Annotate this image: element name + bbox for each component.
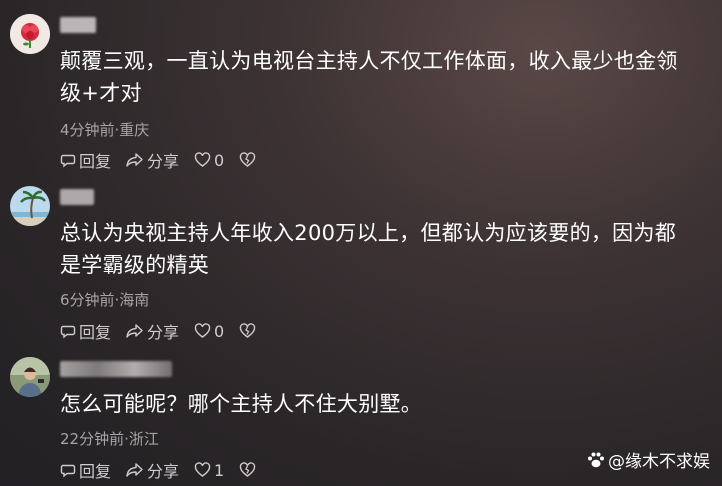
like-button[interactable]: 0 xyxy=(194,151,224,170)
like-count: 0 xyxy=(214,321,225,341)
comment-actions: 回复 分享 0 xyxy=(60,319,274,343)
share-icon xyxy=(126,153,143,167)
reply-button[interactable]: 回复 xyxy=(60,319,111,343)
username-blurred[interactable] xyxy=(60,17,96,33)
share-button[interactable]: 分享 xyxy=(126,148,179,172)
comment-text-line: 是学霸级的精英 xyxy=(60,253,210,277)
comment-meta: 6分钟前·海南 xyxy=(60,291,150,309)
comment-meta: 22分钟前·浙江 xyxy=(60,430,159,448)
comment-meta: 4分钟前·重庆 xyxy=(60,121,150,139)
comment-text: 颠覆三观，一直认为电视台主持人不仅工作体面，收入最少也金领 级+才对 xyxy=(60,45,700,109)
watermark: @缘木不求娱 xyxy=(586,447,710,472)
comment-text-line: 级+才对 xyxy=(60,81,142,105)
comment-text-line: 怎么可能呢？哪个主持人不住大别墅。 xyxy=(60,392,423,416)
user-avatar[interactable] xyxy=(10,357,50,397)
like-button[interactable]: 1 xyxy=(194,461,224,480)
palm-tree-avatar-icon xyxy=(10,186,50,226)
user-avatar[interactable] xyxy=(10,14,50,54)
heart-icon xyxy=(194,462,211,477)
person-avatar-icon xyxy=(10,357,50,397)
broken-heart-icon xyxy=(240,462,256,477)
comment-text: 怎么可能呢？哪个主持人不住大别墅。 xyxy=(60,388,700,420)
paw-icon xyxy=(588,452,604,467)
reply-label: 回复 xyxy=(79,323,112,342)
comment-text: 总认为央视主持人年收入200万以上，但都认为应该要的，因为都 是学霸级的精英 xyxy=(60,217,700,281)
user-avatar[interactable] xyxy=(10,186,50,226)
rose-avatar-icon xyxy=(10,14,50,54)
reply-icon xyxy=(60,325,76,339)
heart-icon xyxy=(194,152,211,167)
comment-text-line: 总认为央视主持人年收入200万以上，但都认为应该要的，因为都 xyxy=(60,221,677,245)
share-label: 分享 xyxy=(147,462,180,481)
dislike-button[interactable] xyxy=(239,462,259,478)
broken-heart-icon xyxy=(240,152,256,167)
reply-button[interactable]: 回复 xyxy=(60,458,111,482)
reply-icon xyxy=(60,464,76,478)
comment-actions: 回复 分享 1 xyxy=(60,458,274,482)
share-button[interactable]: 分享 xyxy=(126,319,179,343)
broken-heart-icon xyxy=(240,323,256,338)
username-blurred[interactable] xyxy=(60,361,172,377)
watermark-text: @缘木不求娱 xyxy=(608,452,710,472)
reply-label: 回复 xyxy=(79,462,112,481)
reply-label: 回复 xyxy=(79,152,112,171)
dislike-button[interactable] xyxy=(239,323,259,339)
like-button[interactable]: 0 xyxy=(194,322,224,341)
share-icon xyxy=(126,324,143,338)
reply-button[interactable]: 回复 xyxy=(60,148,111,172)
like-count: 1 xyxy=(214,460,225,480)
share-button[interactable]: 分享 xyxy=(126,458,179,482)
share-icon xyxy=(126,463,143,477)
share-label: 分享 xyxy=(147,152,180,171)
share-label: 分享 xyxy=(147,323,180,342)
like-count: 0 xyxy=(214,150,225,170)
comment-text-line: 颠覆三观，一直认为电视台主持人不仅工作体面，收入最少也金领 xyxy=(60,49,678,73)
dislike-button[interactable] xyxy=(239,152,259,168)
username-blurred[interactable] xyxy=(60,189,94,205)
reply-icon xyxy=(60,154,76,168)
heart-icon xyxy=(194,323,211,338)
comment-actions: 回复 分享 0 xyxy=(60,148,274,172)
